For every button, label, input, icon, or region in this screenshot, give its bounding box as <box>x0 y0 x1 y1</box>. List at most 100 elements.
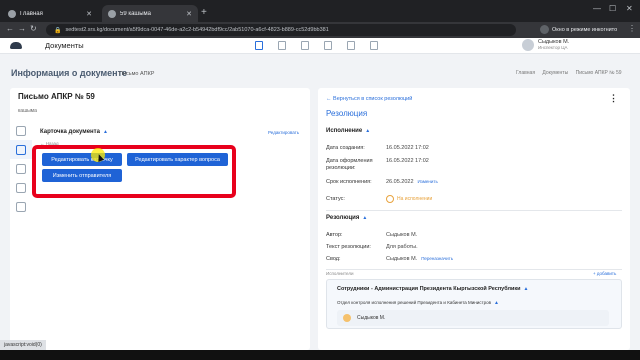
card-section-header[interactable]: Карточка документа ▲ <box>40 129 108 135</box>
incognito-label: Окно в режиме инкогнито <box>552 26 618 33</box>
tab-close-icon[interactable]: ✕ <box>86 10 92 18</box>
status-label: Статус: <box>326 196 345 202</box>
browser-tab-strip: Главная ✕ 59 кашыма ✕ + — ☐ ✕ <box>0 0 640 22</box>
new-tab-icon[interactable]: + <box>201 7 207 18</box>
url-text: sedtest2.srs.kg/document/a5f9dca-0047-46… <box>65 27 329 33</box>
compiled-label: Свод: <box>326 256 341 262</box>
breadcrumb-documents[interactable]: Документы <box>542 70 568 76</box>
avatar <box>522 39 534 51</box>
page-title: Информация о документе <box>11 68 128 78</box>
module-title: Документы <box>45 41 84 50</box>
tab-favicon-icon <box>8 9 16 18</box>
chevron-up-icon: ▲ <box>493 300 499 306</box>
compiled-field: Сыдыков М. Переназначить <box>386 256 453 262</box>
chevron-up-icon: ▲ <box>365 128 371 134</box>
breadcrumb-home[interactable]: Главная <box>516 70 535 76</box>
reassign-link[interactable]: Переназначить <box>421 256 453 261</box>
change-deadline-link[interactable]: Изменить <box>418 179 438 184</box>
chevron-up-icon: ▲ <box>102 129 108 135</box>
reload-icon[interactable]: ↻ <box>30 24 37 33</box>
divider <box>326 210 622 211</box>
browser-tab-home[interactable]: Главная ✕ <box>2 5 98 22</box>
settings-icon[interactable] <box>370 41 378 50</box>
resolution-title: Резолюция <box>326 109 368 118</box>
author-value: Сыдыков М. <box>386 232 418 238</box>
document-card: Письмо АПКР № 59 кашыма Карточка докумен… <box>10 88 310 350</box>
nav-users-icon[interactable] <box>10 159 32 178</box>
documents-icon[interactable] <box>255 41 263 50</box>
executors-department-label: Отдел контроля исполнения решений Презид… <box>337 300 491 305</box>
files-icon[interactable] <box>278 41 286 50</box>
created-value: 16.05.2022 17:02 <box>386 145 429 151</box>
document-subtitle: кашыма <box>18 108 37 114</box>
browser-tab-document[interactable]: 59 кашыма ✕ <box>102 5 198 22</box>
browser-menu-icon[interactable]: ⋮ <box>628 24 636 33</box>
browser-toolbar: ← → ↻ 🔒 sedtest2.srs.kg/document/a5f9dca… <box>0 22 640 38</box>
back-to-resolutions-label: Вернуться в список резолюций <box>333 96 413 102</box>
card-section-label: Карточка документа <box>40 129 100 135</box>
page-subtitle: Письмо АПКР <box>119 71 155 77</box>
minimize-icon[interactable]: — <box>593 4 601 13</box>
more-options-icon[interactable]: ⋮ <box>609 93 618 104</box>
tasks-icon[interactable] <box>301 41 309 50</box>
deadline-label: Срок исполнения: <box>326 179 372 185</box>
cloud-logo-icon[interactable] <box>10 42 22 49</box>
address-bar[interactable]: 🔒 sedtest2.srs.kg/document/a5f9dca-0047-… <box>46 24 516 36</box>
execution-section-header[interactable]: Исполнение ▲ <box>326 128 370 134</box>
drafted-value: 16.05.2022 17:02 <box>386 158 429 164</box>
incognito-indicator[interactable]: Окно в режиме инкогнито <box>540 25 617 34</box>
breadcrumb-current: Письмо АПКР № 59 <box>575 70 622 76</box>
resolution-section-label: Резолюция <box>326 215 360 221</box>
chevron-up-icon: ▲ <box>362 215 368 221</box>
status-badge: На исполнении <box>386 195 432 203</box>
tab-title: 59 кашыма <box>120 10 152 17</box>
execution-section-label: Исполнение <box>326 128 363 134</box>
reports-icon[interactable] <box>324 41 332 50</box>
author-label: Автор: <box>326 232 343 238</box>
document-title: Письмо АПКР № 59 <box>18 92 95 101</box>
video-bottom-bar <box>0 350 640 360</box>
executors-group-label: Сотрудники - Администрация Президента Кы… <box>337 286 521 292</box>
tab-title: Главная <box>20 10 43 17</box>
executor-name: Сыдыков М. <box>357 315 386 321</box>
resolution-panel: ← Вернуться в список резолюций ⋮ Резолюц… <box>318 88 630 350</box>
chevron-up-icon: ▲ <box>523 286 529 292</box>
user-role: Инспектор ЦА <box>538 45 568 50</box>
tab-favicon-icon <box>108 9 116 18</box>
executors-label: Исполнители <box>326 271 354 276</box>
nav-link-icon[interactable] <box>10 197 32 216</box>
document-side-nav <box>10 121 32 216</box>
resolution-text-label: Текст резолюции: <box>326 244 371 250</box>
nav-file-icon[interactable] <box>10 121 32 140</box>
forward-icon[interactable]: → <box>18 24 26 33</box>
add-executor-link[interactable]: + добавить <box>593 271 616 276</box>
resolution-section-header[interactable]: Резолюция ▲ <box>326 215 367 221</box>
executors-department[interactable]: Отдел контроля исполнения решений Презид… <box>337 300 499 306</box>
deadline-value: 26.05.2022 <box>386 179 414 185</box>
lock-icon: 🔒 <box>54 27 62 34</box>
nav-card-icon[interactable] <box>10 140 32 159</box>
divider <box>326 269 622 270</box>
status-clock-icon <box>386 195 394 203</box>
executors-group-header[interactable]: Сотрудники - Администрация Президента Кы… <box>337 286 528 292</box>
archive-icon[interactable] <box>347 41 355 50</box>
close-window-icon[interactable]: ✕ <box>626 4 633 13</box>
edit-link[interactable]: Редактировать <box>268 130 299 135</box>
resolution-text-value: Для работы. <box>386 244 418 250</box>
browser-status-bar: javascript:void(0) <box>0 340 46 350</box>
executor-item[interactable]: Сыдыков М. <box>337 310 609 326</box>
executor-status-icon <box>343 314 351 322</box>
deadline-field: 26.05.2022 Изменить <box>386 179 438 185</box>
highlight-annotation <box>32 145 236 198</box>
app-header: Документы Сыдыков М. Инспектор ЦА <box>0 38 640 54</box>
compiled-value: Сыдыков М. <box>386 256 418 262</box>
back-icon[interactable]: ← <box>6 24 14 33</box>
tab-close-icon[interactable]: ✕ <box>186 10 192 18</box>
nav-history-icon[interactable] <box>10 178 32 197</box>
executors-box: Сотрудники - Администрация Президента Кы… <box>326 279 622 329</box>
user-profile[interactable]: Сыдыков М. Инспектор ЦА <box>522 39 569 51</box>
app-container: Документы Сыдыков М. Инспектор ЦА Информ… <box>0 38 640 350</box>
back-to-resolutions-link[interactable]: ← Вернуться в список резолюций <box>326 96 412 102</box>
maximize-icon[interactable]: ☐ <box>609 4 616 13</box>
drafted-label: Дата оформления резолюции: <box>326 158 373 171</box>
